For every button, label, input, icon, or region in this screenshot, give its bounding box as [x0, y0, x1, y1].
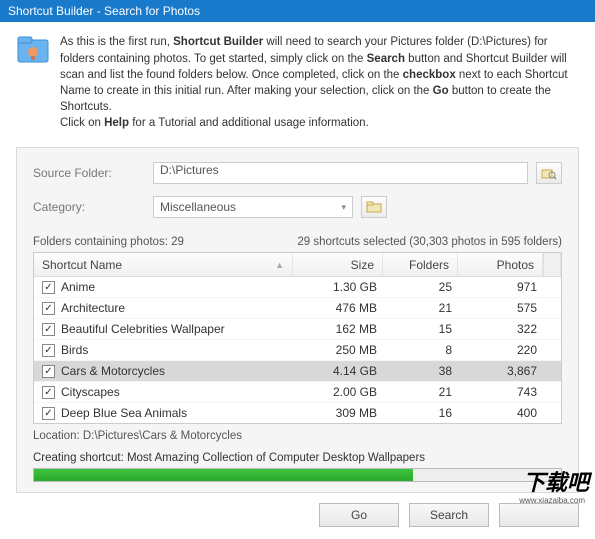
window-title: Shortcut Builder - Search for Photos [8, 4, 200, 18]
source-folder-input[interactable]: D:\Pictures [153, 162, 528, 184]
table-row[interactable]: ✓ Architecture 476 MB21575 [34, 298, 561, 319]
row-photos: 322 [460, 322, 545, 336]
row-name: Cityscapes [61, 385, 120, 399]
row-checkbox[interactable]: ✓ [42, 323, 55, 336]
col-photos[interactable]: Photos [458, 253, 543, 276]
source-folder-row: Source Folder: D:\Pictures [33, 162, 562, 184]
category-label: Category: [33, 200, 153, 214]
row-folders: 15 [385, 322, 460, 336]
row-photos: 400 [460, 406, 545, 420]
row-name: Beautiful Celebrities Wallpaper [61, 322, 225, 336]
row-size: 2.00 GB [295, 385, 385, 399]
category-folder-button[interactable] [361, 196, 387, 218]
progress-label: Creating shortcut: Most Amazing Collecti… [33, 452, 562, 464]
intro-section: As this is the first run, Shortcut Build… [0, 22, 595, 139]
folder-icon [366, 201, 382, 213]
table-row[interactable]: ✓ Beautiful Celebrities Wallpaper 162 MB15… [34, 319, 561, 340]
table-row[interactable]: ✓ Birds 250 MB8220 [34, 340, 561, 361]
row-photos: 3,867 [460, 364, 545, 378]
row-folders: 21 [385, 301, 460, 315]
browse-folder-button[interactable] [536, 162, 562, 184]
row-folders: 16 [385, 406, 460, 420]
category-row: Category: Miscellaneous ▾ [33, 196, 562, 218]
row-size: 162 MB [295, 322, 385, 336]
folder-count: Folders containing photos: 29 [33, 236, 184, 248]
intro-text: As this is the first run, Shortcut Build… [60, 34, 579, 131]
row-checkbox[interactable]: ✓ [42, 281, 55, 294]
row-name: Deep Blue Sea Animals [61, 406, 187, 420]
scrollbar-header [543, 253, 561, 276]
titlebar: Shortcut Builder - Search for Photos [0, 0, 595, 22]
source-folder-label: Source Folder: [33, 166, 153, 180]
row-photos: 575 [460, 301, 545, 315]
row-folders: 8 [385, 343, 460, 357]
progress-bar-track [33, 468, 562, 482]
app-icon [16, 34, 50, 68]
category-dropdown[interactable]: Miscellaneous ▾ [153, 196, 353, 218]
row-photos: 743 [460, 385, 545, 399]
row-checkbox[interactable]: ✓ [42, 407, 55, 420]
stats-row: Folders containing photos: 29 29 shortcu… [33, 236, 562, 248]
col-folders[interactable]: Folders [383, 253, 458, 276]
row-checkbox[interactable]: ✓ [42, 344, 55, 357]
go-button[interactable]: Go [319, 503, 399, 527]
row-size: 250 MB [295, 343, 385, 357]
footer-buttons: Go Search [0, 493, 595, 539]
row-folders: 38 [385, 364, 460, 378]
row-size: 309 MB [295, 406, 385, 420]
col-size[interactable]: Size [293, 253, 383, 276]
row-size: 4.14 GB [295, 364, 385, 378]
search-button[interactable]: Search [409, 503, 489, 527]
row-checkbox[interactable]: ✓ [42, 365, 55, 378]
table-row[interactable]: ✓ Cityscapes 2.00 GB21743 [34, 382, 561, 403]
row-folders: 21 [385, 385, 460, 399]
table-body: ✓Anime1.30 GB25971✓Architecture476 MB215… [34, 277, 561, 423]
row-name: Architecture [61, 301, 125, 315]
row-size: 1.30 GB [295, 280, 385, 294]
location-text: Location: D:\Pictures\Cars & Motorcycles [33, 430, 562, 442]
third-button[interactable] [499, 503, 579, 527]
row-checkbox[interactable]: ✓ [42, 302, 55, 315]
row-checkbox[interactable]: ✓ [42, 386, 55, 399]
sort-indicator-icon: ▲ [275, 260, 284, 270]
row-name: Birds [61, 343, 88, 357]
selection-summary: 29 shortcuts selected (30,303 photos in … [297, 236, 562, 248]
progress-bar-fill [34, 469, 413, 481]
table-row[interactable]: ✓ Deep Blue Sea Animals 309 MB16400 [34, 403, 561, 423]
chevron-down-icon: ▾ [341, 202, 346, 213]
shortcuts-table: Shortcut Name▲ Size Folders Photos ✓ Anim… [33, 252, 562, 424]
table-header: Shortcut Name▲ Size Folders Photos [34, 253, 561, 277]
row-photos: 220 [460, 343, 545, 357]
main-panel: Source Folder: D:\Pictures Category: Mis… [16, 147, 579, 493]
col-shortcut-name[interactable]: Shortcut Name▲ [34, 253, 293, 276]
table-row[interactable]: ✓ Anime 1.30 GB25971 [34, 277, 561, 298]
row-size: 476 MB [295, 301, 385, 315]
row-name: Anime [61, 280, 95, 294]
table-row[interactable]: ✓ Cars & Motorcycles 4.14 GB383,867 [34, 361, 561, 382]
row-folders: 25 [385, 280, 460, 294]
row-photos: 971 [460, 280, 545, 294]
row-name: Cars & Motorcycles [61, 364, 165, 378]
search-folder-icon [541, 166, 557, 180]
